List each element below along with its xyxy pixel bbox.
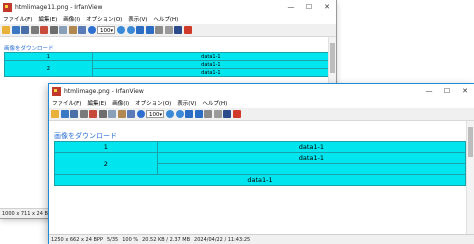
table-cell-row-number: 2 [54, 152, 158, 175]
menu-file[interactable]: ファイル(F) [3, 15, 32, 23]
irfanview-app-icon [52, 86, 61, 96]
save-icon[interactable] [21, 26, 29, 34]
info-icon[interactable] [87, 26, 96, 34]
thumbnails-icon[interactable] [11, 26, 20, 34]
menu-help[interactable]: ヘルプ(H) [202, 99, 227, 107]
previous-icon[interactable] [185, 110, 193, 118]
scrollbar-thumb[interactable] [468, 127, 473, 157]
table-cell-merged: data1-1 [54, 174, 466, 186]
menu-edit[interactable]: 編集(E) [87, 99, 106, 107]
irfanview-app-icon [3, 2, 12, 12]
save-icon[interactable] [70, 110, 78, 118]
menu-bar: ファイル(F) 編集(E) 画像(I) オプション(O) 表示(V) ヘルプ(H… [49, 98, 474, 108]
image-view[interactable]: 画像をダウンロード 1 data1-1 2 data1-1 data1-1 [49, 121, 474, 234]
delete-icon[interactable] [40, 26, 48, 34]
table-cell: data1-1 [91, 68, 331, 77]
menu-edit[interactable]: 編集(E) [38, 15, 57, 23]
zoom-select[interactable]: 100 [97, 26, 115, 35]
save-as-icon[interactable] [79, 110, 88, 118]
close-button[interactable]: ✕ [318, 0, 336, 14]
zoom-out-icon[interactable] [175, 110, 184, 118]
status-dimensions: 1000 x 711 x 24 BPP [2, 210, 54, 217]
zoom-in-icon[interactable] [166, 110, 174, 118]
zoom-in-icon[interactable] [117, 26, 125, 34]
toolbar: 100 [0, 24, 336, 37]
menu-image[interactable]: 画像(I) [63, 15, 80, 23]
table-cell-row-number: 1 [54, 141, 158, 153]
options-icon[interactable] [223, 110, 231, 118]
save-as-icon[interactable] [30, 26, 39, 34]
download-heading: 画像をダウンロード [4, 46, 54, 52]
toolbar: 100 [49, 108, 474, 121]
undo-icon[interactable] [127, 110, 135, 118]
fullscreen-icon[interactable] [204, 110, 212, 118]
irfanview-window-front[interactable]: htmlimage.png - IrfanView — ☐ ✕ ファイル(F) … [49, 84, 474, 244]
table-cell: data1-1 [91, 52, 331, 61]
table-cell: data1-1 [156, 152, 467, 164]
options-icon[interactable] [174, 26, 182, 34]
status-bar: 1250 x 662 x 24 BPP 5/35 100 % 20.52 KB … [49, 234, 474, 244]
status-zoom: 100 % [122, 236, 139, 243]
paste-icon[interactable] [117, 110, 126, 118]
next-icon[interactable] [194, 110, 203, 118]
zoom-out-icon[interactable] [126, 26, 135, 34]
thumbnails-icon[interactable] [60, 110, 69, 118]
title-bar[interactable]: htmlimage.png - IrfanView — ☐ ✕ [49, 84, 474, 98]
cut-icon[interactable] [49, 26, 58, 34]
menu-bar: ファイル(F) 編集(E) 画像(I) オプション(O) 表示(V) ヘルプ(H… [0, 14, 336, 24]
status-file-index: 5/35 [106, 236, 119, 243]
table-row: 2 data1-1 [4, 60, 331, 77]
table-row: 1 data1-1 [4, 52, 331, 61]
cut-icon[interactable] [98, 110, 107, 118]
download-heading: 画像をダウンロード [54, 132, 117, 140]
table-row: 2 data1-1 [54, 152, 467, 175]
copy-icon[interactable] [59, 26, 67, 34]
maximize-button[interactable]: ☐ [300, 0, 318, 14]
delete-icon[interactable] [89, 110, 97, 118]
undo-icon[interactable] [78, 26, 86, 34]
window-title: htmlimage11.png - IrfanView [15, 3, 103, 11]
menu-options[interactable]: オプション(O) [135, 99, 171, 107]
close-button[interactable]: ✕ [456, 84, 474, 98]
menu-file[interactable]: ファイル(F) [52, 99, 81, 107]
next-icon[interactable] [145, 26, 154, 34]
data-table: 1 data1-1 2 data1-1 data1-1 [54, 141, 467, 186]
zoom-select[interactable]: 100 [146, 110, 164, 119]
vertical-scrollbar[interactable] [466, 121, 474, 234]
copy-icon[interactable] [108, 110, 116, 118]
scrollbar-thumb[interactable] [330, 43, 335, 73]
minimize-button[interactable]: — [282, 0, 300, 14]
table-cell [156, 163, 467, 175]
menu-image[interactable]: 画像(I) [112, 99, 129, 107]
title-bar[interactable]: htmlimage11.png - IrfanView — ☐ ✕ [0, 0, 336, 14]
table-cell-row-number: 2 [4, 60, 93, 77]
paste-icon[interactable] [68, 26, 77, 34]
menu-options[interactable]: オプション(O) [86, 15, 122, 23]
table-row: 1 data1-1 [54, 141, 467, 153]
open-icon[interactable] [51, 110, 59, 118]
about-icon[interactable] [183, 26, 192, 34]
status-datetime: 2024/04/22 / 11:43:25 [194, 236, 251, 243]
info-icon[interactable] [136, 110, 145, 118]
slideshow-icon[interactable] [213, 110, 222, 118]
table-row: data1-1 [54, 174, 466, 186]
maximize-button[interactable]: ☐ [438, 84, 456, 98]
menu-view[interactable]: 表示(V) [177, 99, 196, 107]
table-cell: data1-1 [91, 60, 331, 69]
window-title: htmlimage.png - IrfanView [64, 87, 144, 95]
status-file-size: 20.52 KB / 2.37 MB [142, 236, 191, 243]
about-icon[interactable] [232, 110, 241, 118]
open-icon[interactable] [2, 26, 10, 34]
menu-view[interactable]: 表示(V) [128, 15, 147, 23]
slideshow-icon[interactable] [164, 26, 173, 34]
status-dimensions: 1250 x 662 x 24 BPP [51, 236, 103, 243]
minimize-button[interactable]: — [420, 84, 438, 98]
previous-icon[interactable] [136, 26, 144, 34]
menu-help[interactable]: ヘルプ(H) [153, 15, 178, 23]
data-table: 1 data1-1 2 data1-1 data1-1 [4, 52, 331, 77]
table-cell: data1-1 [156, 141, 467, 153]
fullscreen-icon[interactable] [155, 26, 163, 34]
table-cell-row-number: 1 [4, 52, 93, 61]
